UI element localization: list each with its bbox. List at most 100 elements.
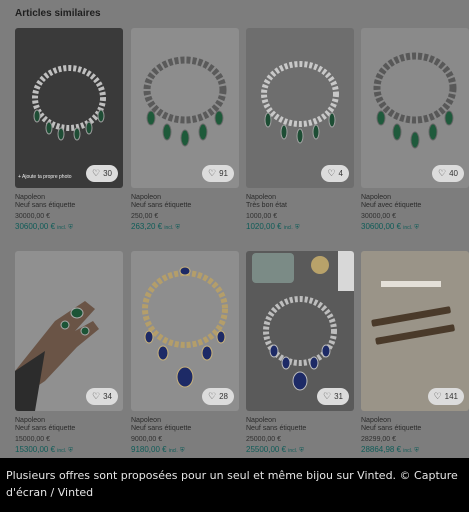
item-photo[interactable]: ♡ 34 <box>15 251 123 411</box>
item-card[interactable]: ♡ 40 Napoleon Neuf avec étiquette 30000,… <box>361 28 469 231</box>
emerald-necklace-image <box>131 28 239 188</box>
favorite-button[interactable]: ♡ 91 <box>202 165 234 182</box>
heart-icon: ♡ <box>92 391 101 401</box>
favorite-button[interactable]: ♡ 28 <box>202 388 234 405</box>
favorite-count: 34 <box>103 392 112 401</box>
item-card[interactable]: + Ajoute ta propre photo ♡ 30 Napoleon N… <box>15 28 123 231</box>
item-photo[interactable]: ♡ 31 <box>246 251 354 411</box>
price-incl-value: 9180,00 € <box>131 445 167 454</box>
item-meta: Napoleon Neuf sans étiquette 250,00 € 26… <box>131 194 239 233</box>
item-price-incl[interactable]: 30600,00 € incl. ⛨ <box>361 222 469 233</box>
item-meta: Napoleon Très bon état 1000,00 € 1020,00… <box>246 194 354 233</box>
incl-label: incl. <box>403 225 413 231</box>
favorite-button[interactable]: ♡ 34 <box>86 388 118 405</box>
shield-icon: ⛨ <box>179 448 185 454</box>
item-brand: Napoleon <box>246 417 276 424</box>
heart-icon: ♡ <box>208 168 217 178</box>
heart-icon: ♡ <box>438 168 447 178</box>
sapphire-necklace-image <box>246 251 354 411</box>
item-price: 30000,00 € <box>361 213 397 220</box>
item-price-incl[interactable]: 9180,00 € incl. ⛨ <box>131 445 239 456</box>
price-incl-value: 1020,00 € <box>246 222 282 231</box>
incl-label: incl. <box>403 448 413 454</box>
price-incl-value: 263,20 € <box>131 222 163 231</box>
item-price-incl[interactable]: 1020,00 € incl. ⛨ <box>246 222 354 233</box>
shield-icon: ⛨ <box>299 448 304 454</box>
item-brand: Napoleon <box>361 417 391 424</box>
item-photo[interactable]: ♡ 141 <box>361 251 469 411</box>
item-price: 30000,00 € <box>15 213 51 220</box>
item-price: 9000,00 € <box>131 436 163 443</box>
item-meta: Napoleon Neuf sans étiquette 15000,00 € … <box>15 417 123 456</box>
shield-icon: ⛨ <box>68 225 73 231</box>
sapphire-necklace-image <box>131 251 239 411</box>
favorite-count: 30 <box>103 169 112 178</box>
item-price: 28299,00 € <box>361 436 397 443</box>
item-brand: Napoleon <box>131 417 161 424</box>
favorite-button[interactable]: ♡ 30 <box>86 165 118 182</box>
item-condition: Neuf sans étiquette <box>246 425 307 432</box>
heart-icon: ♡ <box>92 168 101 178</box>
item-brand: Napoleon <box>15 194 45 201</box>
favorite-button[interactable]: ♡ 31 <box>317 388 349 405</box>
heart-icon: ♡ <box>433 391 442 401</box>
item-price-incl[interactable]: 28864,98 € incl. ⛨ <box>361 445 469 456</box>
item-condition: Neuf sans étiquette <box>131 425 192 432</box>
item-card[interactable]: ♡ 28 Napoleon Neuf sans étiquette 9000,0… <box>131 251 239 454</box>
hand-with-ring-image <box>15 251 123 411</box>
item-condition: Neuf sans étiquette <box>15 202 76 209</box>
heart-icon: ♡ <box>323 391 332 401</box>
image-caption: Plusieurs offres sont proposées pour un … <box>6 469 458 499</box>
item-meta: Napoleon Neuf sans étiquette 30000,00 € … <box>15 194 123 233</box>
favorite-button[interactable]: ♡ 141 <box>427 388 464 405</box>
favorite-button[interactable]: ♡ 4 <box>321 165 349 182</box>
incl-label: incl. <box>288 448 298 454</box>
emerald-necklace-image <box>15 28 123 188</box>
incl-label: incl. <box>168 448 178 454</box>
item-price: 25000,00 € <box>246 436 282 443</box>
item-price-incl[interactable]: 15300,00 € incl. ⛨ <box>15 445 123 456</box>
item-card[interactable]: ♡ 4 Napoleon Très bon état 1000,00 € 102… <box>246 28 354 231</box>
shield-icon: ⛨ <box>68 448 73 454</box>
item-brand: Napoleon <box>246 194 276 201</box>
item-brand: Napoleon <box>131 194 161 201</box>
item-photo[interactable]: + Ajoute ta propre photo ♡ 30 <box>15 28 123 188</box>
price-incl-value: 28864,98 € <box>361 445 402 454</box>
item-card[interactable]: ♡ 91 Napoleon Neuf sans étiquette 250,00… <box>131 28 239 231</box>
item-price: 15000,00 € <box>15 436 51 443</box>
item-photo[interactable]: ♡ 40 <box>361 28 469 188</box>
item-meta: Napoleon Neuf sans étiquette 25000,00 € … <box>246 417 354 456</box>
incl-label: incl. <box>164 225 174 231</box>
incl-label: incl. <box>57 225 67 231</box>
incl-label: incl. <box>283 225 293 231</box>
similar-items-panel: Articles similaires + Ajoute ta propre p… <box>0 0 469 458</box>
item-price: 1000,00 € <box>246 213 278 220</box>
item-condition: Neuf avec étiquette <box>361 202 422 209</box>
favorite-count: 4 <box>338 169 343 178</box>
price-incl-value: 25500,00 € <box>246 445 287 454</box>
item-price-incl[interactable]: 30600,00 € incl. ⛨ <box>15 222 123 233</box>
shield-icon: ⛨ <box>414 448 419 454</box>
add-photo-tag[interactable]: + Ajoute ta propre photo <box>18 174 72 180</box>
incl-label: incl. <box>57 448 67 454</box>
favorite-button[interactable]: ♡ 40 <box>432 165 464 182</box>
favorite-count: 31 <box>334 392 343 401</box>
item-price-incl[interactable]: 25500,00 € incl. ⛨ <box>246 445 354 456</box>
item-card[interactable]: ♡ 34 Napoleon Neuf sans étiquette 15000,… <box>15 251 123 454</box>
item-brand: Napoleon <box>15 417 45 424</box>
emerald-necklace-image <box>361 28 469 188</box>
item-photo[interactable]: ♡ 91 <box>131 28 239 188</box>
item-price-incl[interactable]: 263,20 € incl. ⛨ <box>131 222 239 233</box>
item-card[interactable]: ♡ 31 Napoleon Neuf sans étiquette 25000,… <box>246 251 354 454</box>
item-condition: Neuf sans étiquette <box>131 202 192 209</box>
item-card[interactable]: ♡ 141 Napoleon Neuf sans étiquette 28299… <box>361 251 469 454</box>
shield-icon: ⛨ <box>294 225 300 231</box>
item-condition: Neuf sans étiquette <box>15 425 76 432</box>
shield-icon: ⛨ <box>175 225 181 231</box>
item-photo[interactable]: ♡ 28 <box>131 251 239 411</box>
emerald-necklace-image <box>246 28 354 188</box>
item-photo[interactable]: ♡ 4 <box>246 28 354 188</box>
price-incl-value: 30600,00 € <box>15 222 56 231</box>
item-brand: Napoleon <box>361 194 391 201</box>
heart-icon: ♡ <box>327 168 336 178</box>
